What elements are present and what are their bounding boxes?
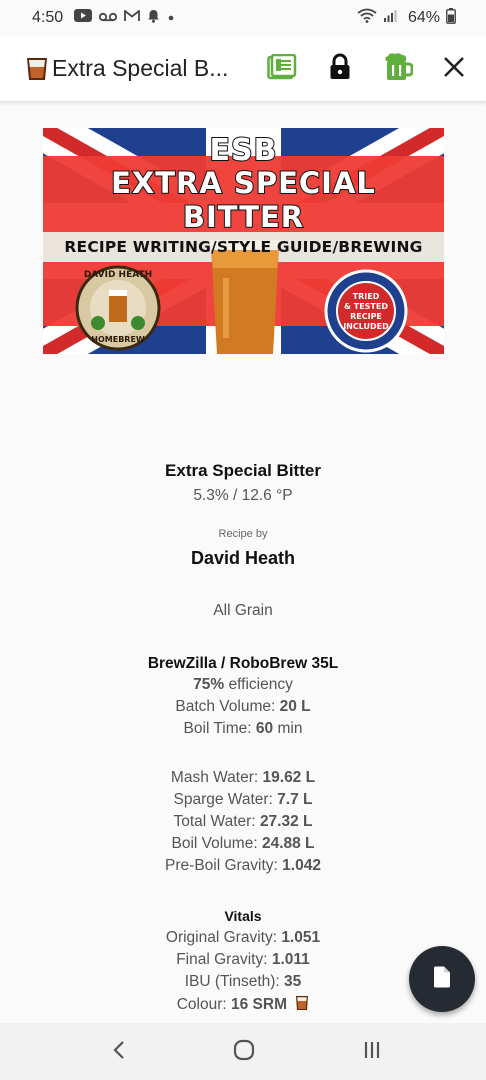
recipe-author: David Heath: [190, 548, 296, 568]
badge-line-4: INCLUDED: [343, 322, 389, 331]
document-icon: [433, 966, 451, 993]
back-chevron-icon: [112, 1040, 126, 1065]
status-left: 4:50: [32, 9, 175, 28]
recents-icon: [362, 1040, 382, 1065]
total-water-label: Total Water:: [173, 813, 260, 830]
screen: 4:50 64% Extra Special B... ESB EXTRA SP…: [0, 0, 486, 1080]
recipe-by-label: Recipe by: [218, 528, 268, 540]
colour-beer-glass-icon: [295, 995, 309, 1016]
mash-water-value: 19.62 L: [262, 769, 316, 786]
dot-icon: [167, 9, 175, 27]
total-water-value: 27.32 L: [259, 813, 313, 830]
recipe-banner-image: ESB EXTRA SPECIAL BITTER RECIPE WRITING/…: [43, 128, 444, 354]
original-gravity-label: Original Gravity:: [165, 929, 282, 946]
home-button[interactable]: [231, 1039, 257, 1065]
colour-value: 16 SRM: [230, 996, 287, 1013]
batch-volume-value: 20 L: [279, 698, 311, 715]
recipe-name: Extra Special Bitter: [165, 461, 321, 480]
boil-volume-label: Boil Volume:: [171, 835, 262, 852]
banner-strip-text: RECIPE WRITING/STYLE GUIDE/BREWING: [64, 238, 423, 256]
app-bar: Extra Special B...: [0, 36, 486, 102]
final-gravity-label: Final Gravity:: [176, 951, 272, 968]
signal-icon: [383, 9, 398, 28]
final-gravity-value: 1.011: [271, 951, 310, 968]
system-navigation-bar: [0, 1023, 486, 1080]
back-button[interactable]: [106, 1039, 132, 1065]
beer-glass-logo-icon: [26, 57, 48, 81]
equipment-name: BrewZilla / RoboBrew 35L: [147, 655, 339, 672]
vitals-heading: Vitals: [224, 908, 262, 924]
wifi-icon: [357, 8, 377, 28]
boil-volume-row: Boil Volume: 24.88 L: [0, 835, 486, 853]
status-bar: 4:50 64%: [0, 0, 486, 36]
efficiency-label: efficiency: [224, 676, 293, 693]
status-right: 64%: [357, 7, 456, 29]
gmail-icon: [124, 9, 141, 27]
battery-text: 64%: [407, 9, 440, 26]
boil-time-label: Boil Time:: [183, 720, 256, 737]
mash-water-row: Mash Water: 19.62 L: [0, 769, 486, 787]
document-fab-button[interactable]: [409, 946, 475, 1012]
beer-mug-icon: [383, 52, 414, 87]
youtube-icon: [74, 9, 93, 27]
banner-line-bitter: BITTER: [182, 199, 305, 235]
close-icon: [443, 56, 465, 83]
boil-volume-value: 24.88 L: [261, 835, 315, 852]
sparge-water-label: Sparge Water:: [173, 791, 278, 808]
pre-boil-gravity-value: 1.042: [282, 857, 321, 874]
logo-top-text: DAVID HEATH: [83, 270, 153, 280]
recipe-content: ESB EXTRA SPECIAL BITTER RECIPE WRITING/…: [0, 103, 486, 1023]
original-gravity-row: Original Gravity: 1.051: [0, 929, 486, 947]
pre-boil-gravity-label: Pre-Boil Gravity:: [165, 857, 283, 874]
brew-log-icon: [267, 53, 297, 85]
batch-volume-row: Batch Volume: 20 L: [0, 698, 486, 716]
recents-button[interactable]: [359, 1039, 385, 1065]
original-gravity-value: 1.051: [281, 929, 321, 946]
boil-time-value: 60: [255, 720, 274, 737]
beer-mug-button[interactable]: [382, 52, 414, 87]
lock-button[interactable]: [324, 53, 356, 85]
recipe-type: All Grain: [213, 602, 273, 619]
brew-log-button[interactable]: [266, 53, 298, 85]
sparge-water-value: 7.7 L: [277, 791, 313, 808]
battery-icon: [446, 7, 456, 29]
efficiency-row: 75% efficiency: [0, 676, 486, 694]
badge-line-1: TRIED: [352, 292, 380, 301]
colour-label: Colour:: [176, 996, 231, 1013]
voicemail-icon: [99, 9, 118, 27]
status-time: 4:50: [32, 9, 64, 26]
colour-row: Colour: 16 SRM: [0, 995, 486, 1016]
badge-line-3: RECIPE: [350, 312, 382, 321]
boil-time-row: Boil Time: 60 min: [0, 720, 486, 738]
notification-bell-icon: [147, 9, 160, 28]
efficiency-value: 75%: [193, 676, 225, 693]
lock-icon: [329, 53, 351, 86]
logo-bottom-text: HOMEBREW: [91, 335, 145, 344]
badge-line-2: & TESTED: [343, 302, 388, 311]
home-circle-icon: [233, 1039, 255, 1066]
batch-volume-label: Batch Volume:: [175, 698, 280, 715]
ibu-label: IBU (Tinseth):: [184, 973, 285, 990]
mash-water-label: Mash Water:: [170, 769, 263, 786]
close-button[interactable]: [438, 53, 470, 85]
pre-boil-gravity-row: Pre-Boil Gravity: 1.042: [0, 857, 486, 875]
banner-line-extra-special: EXTRA SPECIAL: [110, 165, 376, 201]
sparge-water-row: Sparge Water: 7.7 L: [0, 791, 486, 809]
ibu-value: 35: [284, 973, 302, 990]
app-title: Extra Special B...: [52, 55, 229, 81]
boil-time-unit: min: [273, 720, 303, 737]
total-water-row: Total Water: 27.32 L: [0, 813, 486, 831]
recipe-abv-plato: 5.3% / 12.6 °P: [193, 487, 293, 504]
banner-line-esb: ESB: [209, 132, 278, 169]
